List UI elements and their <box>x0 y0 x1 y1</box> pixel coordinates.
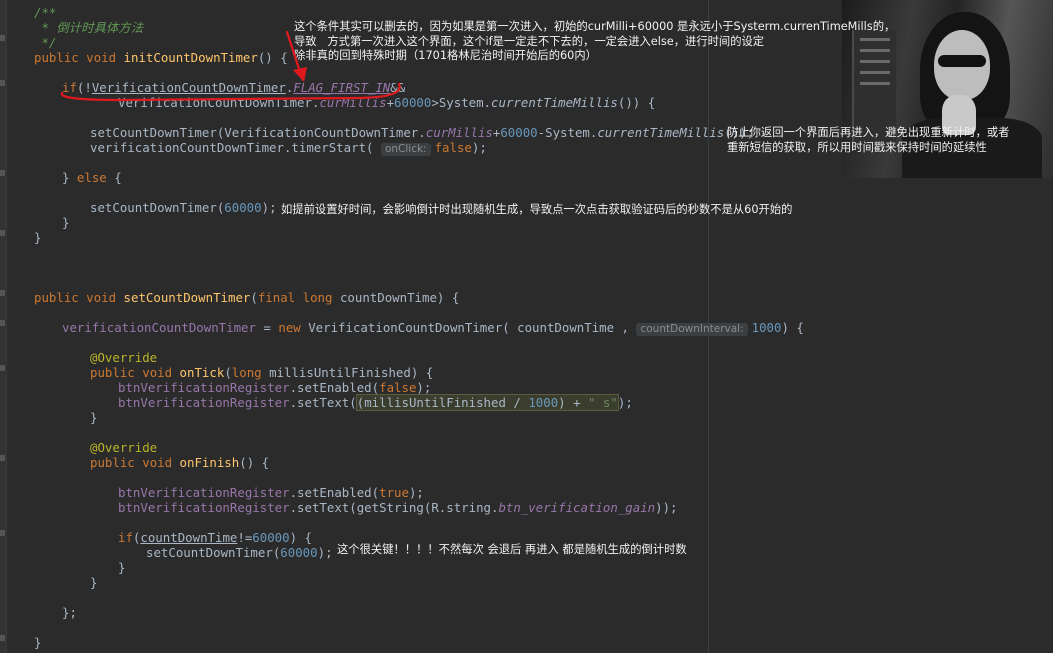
red-arrow-head <box>293 67 307 82</box>
red-underline-mark <box>60 82 401 102</box>
red-markup-overlay <box>60 30 401 102</box>
red-arrow-shaft <box>285 30 302 74</box>
